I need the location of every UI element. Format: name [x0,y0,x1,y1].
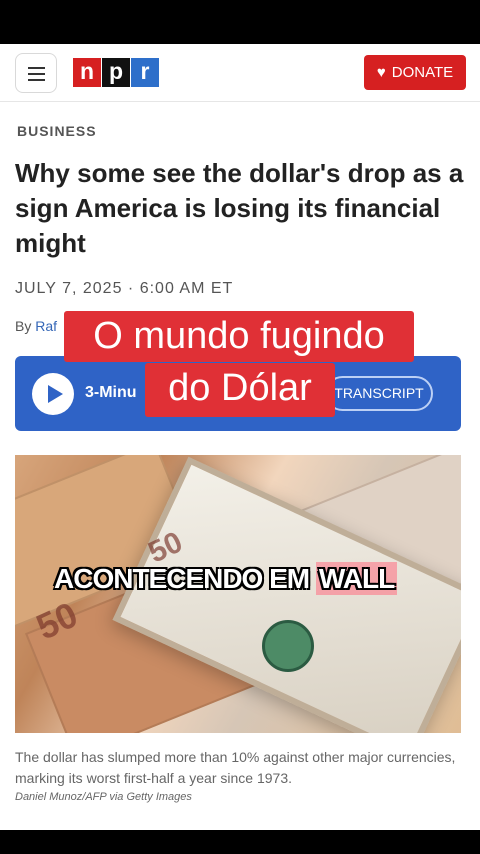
donate-button[interactable]: ♥ DONATE [364,55,466,90]
video-caption: ACONTECENDO EM WALL [54,562,398,595]
video-caption-highlight: WALL [315,562,398,595]
byline-prefix: By [15,318,36,334]
hamburger-menu-icon [28,73,45,75]
play-icon[interactable] [32,373,74,415]
listen-duration[interactable]: 3-Minu [85,384,137,402]
article-headline: Why some see the dollar's drop as a sign… [15,158,464,258]
hamburger-menu-icon [28,67,45,69]
hamburger-menu-button[interactable] [15,53,57,93]
npr-logo[interactable]: n p r [73,58,160,87]
heart-icon: ♥ [376,64,386,81]
article-date: JULY 7, 2025 · 6:00 AM ET [15,280,234,297]
video-overlay-title-line-1: O mundo fugindo [64,311,414,362]
npr-logo-r: r [131,58,159,87]
transcript-button[interactable]: TRANSCRIPT [325,376,433,411]
donate-label: DONATE [391,64,454,81]
npr-logo-p: p [102,58,130,87]
section-label[interactable]: BUSINESS [17,123,97,139]
author-link[interactable]: Raf [35,318,57,334]
photo-caption: The dollar has slumped more than 10% aga… [15,749,456,786]
article-byline: By Raf [15,318,57,334]
photo-credit: Daniel Munoz/AFP via Getty Images [15,791,192,803]
dollar-seal-icon [262,620,314,672]
video-caption-text: ACONTECENDO EM [54,563,316,594]
top-navigation-bar: n p r ♥ DONATE [0,44,480,102]
npr-logo-n: n [73,58,101,87]
video-overlay-title-line-2: do Dólar [145,363,335,417]
npr-article-page: n p r ♥ DONATE BUSINESS Why some see the… [0,44,480,830]
hamburger-menu-icon [28,79,45,81]
